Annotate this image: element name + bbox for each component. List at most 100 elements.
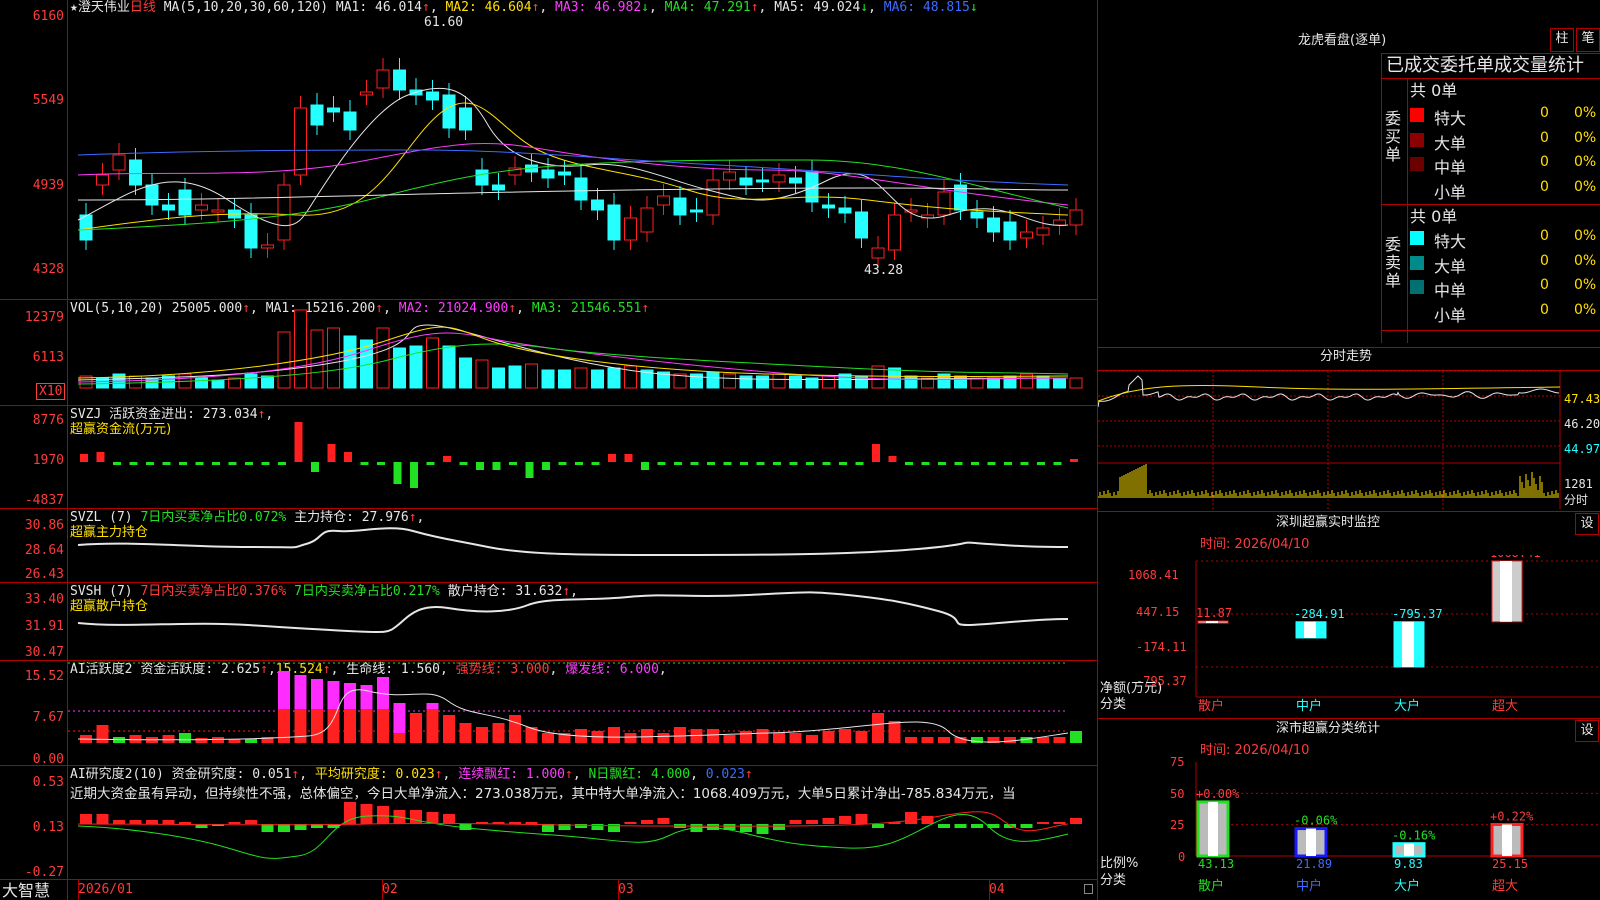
candle-body (640, 207, 654, 233)
classify-value: 21.89 (1296, 857, 1332, 871)
ai-research-chart[interactable] (68, 766, 1097, 879)
flow-bar (641, 462, 649, 470)
order-row: 小单 0 0% (1410, 179, 1600, 202)
svzl-chart[interactable] (68, 509, 1097, 582)
activity-bar (245, 739, 257, 743)
bar-view-button[interactable]: 柱 (1550, 28, 1574, 52)
activity-bar (707, 729, 719, 743)
classify-settings-button[interactable]: 设 (1575, 720, 1599, 742)
volume-bar (492, 367, 505, 389)
candle-body (822, 204, 835, 209)
candle-body (376, 69, 390, 89)
candlestick-chart[interactable]: 61.60 43.28 (68, 0, 1097, 299)
svzl-axis-label: 26.43 (24, 567, 64, 582)
activity-bar (459, 723, 472, 743)
activity-bar (179, 733, 191, 743)
candle-body (459, 107, 472, 131)
flow-bar (245, 462, 253, 465)
flow-bar (212, 462, 220, 465)
order-row: 特大 0 0% (1410, 228, 1600, 251)
right-sidebar: 龙虎看盘(逐单) 柱 笔 已成交委托单成交量统计 委买单 委卖单 共 0单 共 … (1098, 0, 1600, 900)
activity-bar (674, 727, 686, 743)
flow-bar (162, 462, 171, 465)
research-bar (1070, 818, 1082, 824)
svzl-axis-label: 30.86 (24, 518, 64, 533)
research-bar (938, 824, 950, 828)
candle-body (756, 179, 769, 183)
order-pct: 0% (1574, 129, 1597, 146)
flow-bar (806, 462, 814, 465)
volume-bar (426, 337, 439, 389)
monitor-title: 深圳超赢实时监控 (1276, 515, 1381, 530)
color-swatch (1410, 157, 1424, 171)
order-count: 0 (1540, 105, 1549, 121)
monitor-value: 11.87 (1196, 606, 1232, 620)
monitor-settings-button[interactable]: 设 (1575, 513, 1599, 535)
candle-body (310, 104, 324, 126)
candle-body (79, 214, 93, 241)
vol-ma-line (77, 326, 1069, 379)
svsh-chart[interactable] (68, 583, 1097, 660)
classify-bar-highlight (1502, 824, 1512, 856)
research-bar (773, 824, 785, 830)
svzj-axis-label: 8776 (32, 413, 64, 428)
volume-bar (277, 331, 291, 389)
volume-bar (541, 369, 555, 389)
volume-bar (558, 369, 571, 389)
activity-bar (624, 733, 637, 743)
volume-bar (459, 357, 472, 389)
flow-bar (1020, 462, 1029, 465)
svzj-chart[interactable] (68, 406, 1097, 508)
activity-bar (756, 729, 769, 743)
ai-active-chart[interactable] (68, 661, 1097, 765)
order-count: 0 (1540, 228, 1549, 244)
order-pct: 0% (1574, 228, 1597, 244)
ai-research-axis-label: 0.53 (32, 775, 64, 790)
candle-body (838, 207, 852, 214)
intraday-vol-unit: 分时 (1564, 493, 1589, 507)
candle-body (855, 211, 868, 239)
pen-view-button[interactable]: 笔 (1576, 28, 1600, 52)
candle-body (442, 94, 456, 129)
volume-bar (475, 359, 489, 389)
classify-bar-chart[interactable]: +0.00% 43.13 散户 -0.06% 21.89 中户 -0.16% 9.83 大户 +0… (1098, 760, 1600, 900)
research-bar (443, 814, 455, 824)
flow-bar (129, 462, 138, 465)
ai-active-axis-label: 15.52 (24, 669, 64, 684)
volume-bar (706, 371, 720, 389)
color-swatch (1410, 108, 1424, 122)
monitor-bar-highlight (1304, 621, 1316, 638)
activity-bar (492, 723, 505, 743)
lock-icon[interactable] (1084, 884, 1093, 894)
volume-bar (525, 363, 538, 389)
research-bar (410, 810, 422, 824)
activity-bar (360, 709, 373, 743)
flow-bar (377, 462, 385, 465)
activity-bar (723, 735, 736, 743)
research-bar (360, 804, 373, 824)
flow-bar (707, 462, 715, 465)
flow-bar (789, 462, 798, 465)
intraday-chart[interactable] (1098, 371, 1600, 509)
volume-bar (393, 347, 406, 389)
candle-body (426, 91, 439, 101)
volume-chart[interactable] (68, 300, 1097, 405)
order-label: 大单 (1434, 133, 1467, 153)
candle-body (591, 199, 604, 211)
activity-bar (542, 733, 554, 743)
order-count: 0 (1540, 129, 1549, 146)
flow-bar (179, 462, 187, 465)
candle-body (987, 217, 1000, 233)
candle-body (96, 174, 109, 186)
order-label: 大单 (1434, 256, 1467, 276)
activity-bar (509, 715, 521, 743)
order-row: 中单 0 0% (1410, 277, 1600, 300)
flow-bar (921, 462, 930, 465)
monitor-bar-chart[interactable]: 11.87 散户 -284.91 中户 -795.37 大户 1068.41 超大 (1098, 555, 1600, 715)
main-chart-area[interactable]: ★澄天伟业日线 MA(5,10,20,30,60,120) MA1: 46.01… (0, 0, 1098, 900)
classify-category: 大户 (1394, 878, 1420, 894)
classify-change: +0.22% (1490, 809, 1534, 823)
activity-bar (921, 737, 934, 743)
research-bar (113, 820, 125, 824)
volume-bar (723, 373, 736, 389)
